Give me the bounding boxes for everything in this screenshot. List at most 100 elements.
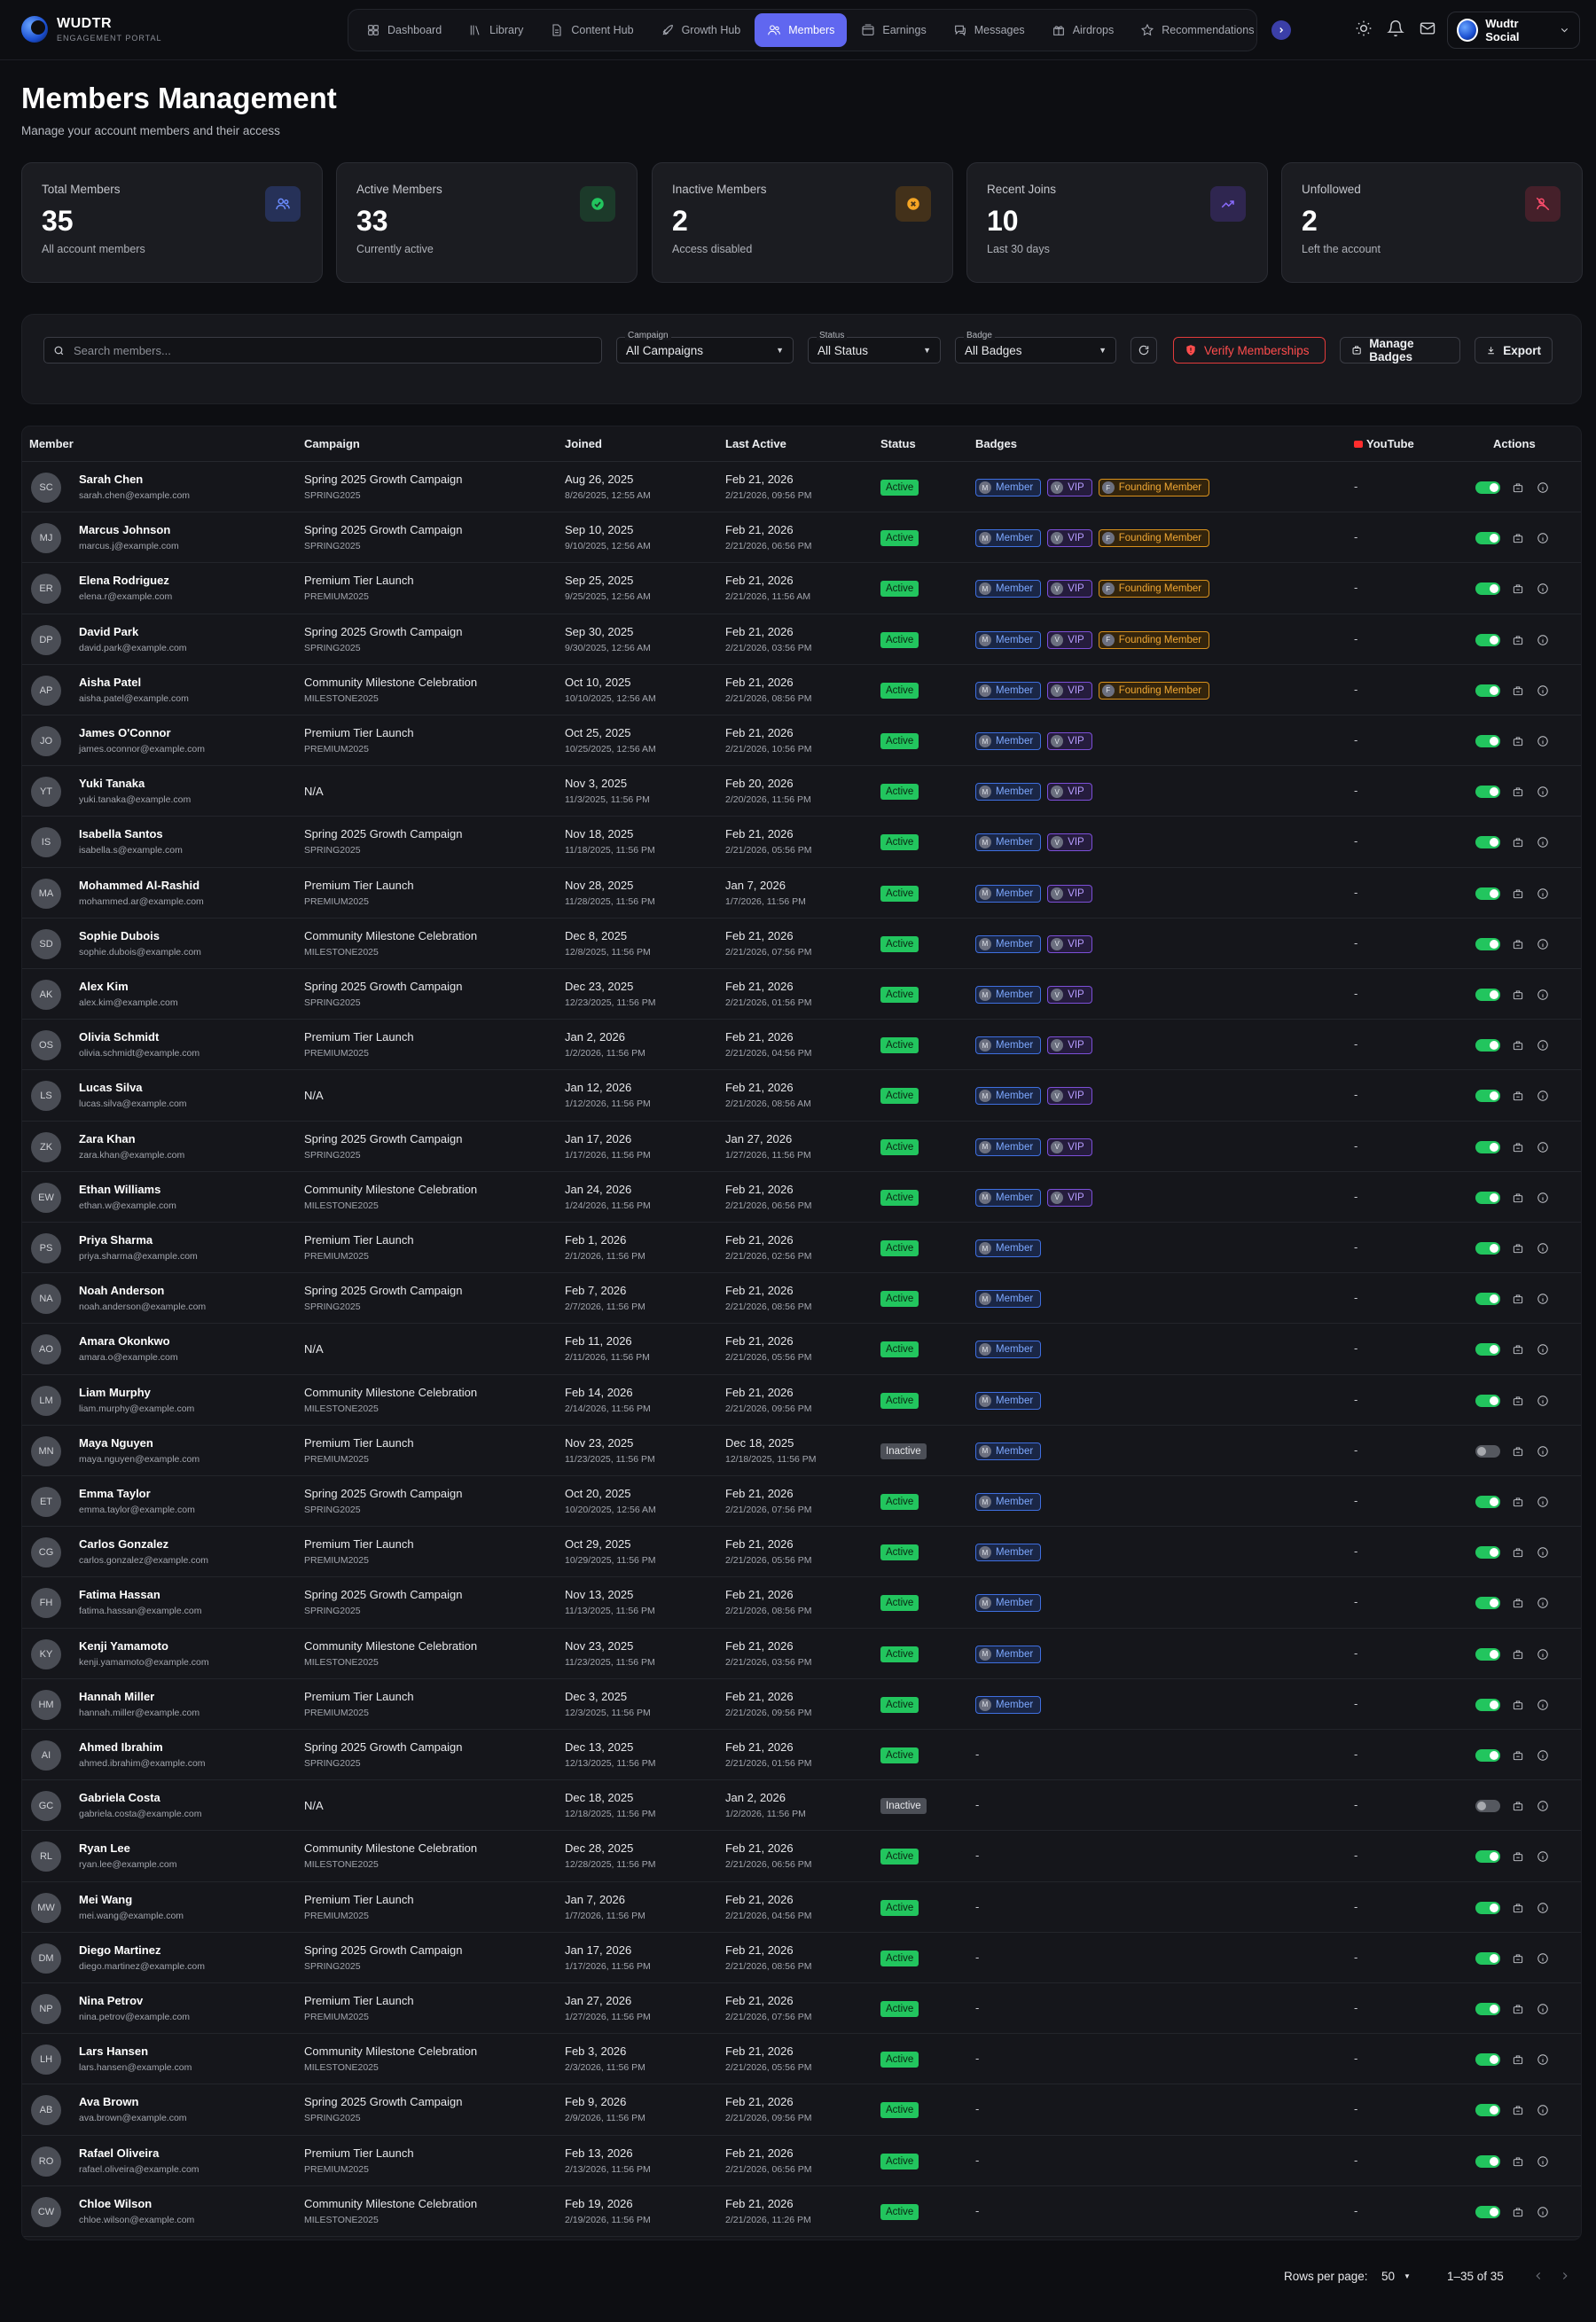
access-toggle[interactable] <box>1475 1496 1500 1508</box>
info-icon[interactable] <box>1537 2104 1549 2116</box>
info-icon[interactable] <box>1537 1141 1549 1153</box>
nav-item-airdrops[interactable]: Airdrops <box>1039 13 1127 47</box>
member-name[interactable]: David Park <box>79 625 138 638</box>
table-row[interactable]: RO Rafael Oliveira rafael.oliveira@example… <box>22 2136 1581 2186</box>
manage-badges-button[interactable]: Manage Badges <box>1340 337 1460 364</box>
account-menu-button[interactable]: Wudtr Social <box>1447 12 1580 49</box>
campaign-select[interactable]: Campaign All Campaigns ▼ <box>616 331 794 364</box>
table-row[interactable]: ET Emma Taylor emma.taylor@example.com Spri… <box>22 1476 1581 1528</box>
assign-badge-icon[interactable] <box>1512 989 1524 1001</box>
assign-badge-icon[interactable] <box>1512 2206 1524 2218</box>
assign-badge-icon[interactable] <box>1512 582 1524 595</box>
access-toggle[interactable] <box>1475 1901 1500 1914</box>
info-icon[interactable] <box>1537 1395 1549 1407</box>
member-name[interactable]: Emma Taylor <box>79 1487 151 1500</box>
member-name[interactable]: Sarah Chen <box>79 473 143 486</box>
table-row[interactable]: MA Mohammed Al-Rashid mohammed.ar@example.… <box>22 868 1581 919</box>
table-row[interactable]: DP David Park david.park@example.com Spring… <box>22 614 1581 665</box>
table-row[interactable]: AI Ahmed Ibrahim ahmed.ibrahim@example.com… <box>22 1730 1581 1781</box>
info-icon[interactable] <box>1537 989 1549 1001</box>
member-name[interactable]: Maya Nguyen <box>79 1436 153 1450</box>
assign-badge-icon[interactable] <box>1512 1546 1524 1559</box>
assign-badge-icon[interactable] <box>1512 1192 1524 1204</box>
member-name[interactable]: Ryan Lee <box>79 1841 130 1855</box>
access-toggle[interactable] <box>1475 1444 1500 1458</box>
info-icon[interactable] <box>1537 532 1549 544</box>
nav-item-recommendations[interactable]: Recommendations <box>1128 13 1266 47</box>
access-toggle[interactable] <box>1475 1039 1500 1052</box>
assign-badge-icon[interactable] <box>1512 1800 1524 1812</box>
table-row[interactable]: AP Aisha Patel aisha.patel@example.com Comm… <box>22 665 1581 715</box>
assign-badge-icon[interactable] <box>1512 1648 1524 1661</box>
access-toggle[interactable] <box>1475 633 1500 646</box>
member-name[interactable]: Diego Martinez <box>79 1943 160 1957</box>
nav-item-library[interactable]: Library <box>456 13 536 47</box>
assign-badge-icon[interactable] <box>1512 1496 1524 1508</box>
col-member[interactable]: Member <box>29 437 74 450</box>
access-toggle[interactable] <box>1475 1597 1500 1610</box>
table-row[interactable]: LH Lars Hansen lars.hansen@example.com Comm… <box>22 2034 1581 2085</box>
member-name[interactable]: James O'Connor <box>79 726 171 739</box>
access-toggle[interactable] <box>1475 2104 1500 2117</box>
assign-badge-icon[interactable] <box>1512 1090 1524 1102</box>
info-icon[interactable] <box>1537 1749 1549 1762</box>
table-row[interactable]: YT Yuki Tanaka yuki.tanaka@example.com N/A N… <box>22 766 1581 817</box>
access-toggle[interactable] <box>1475 735 1500 747</box>
assign-badge-icon[interactable] <box>1512 2053 1524 2066</box>
member-name[interactable]: Chloe Wilson <box>79 2197 152 2210</box>
assign-badge-icon[interactable] <box>1512 1395 1524 1407</box>
export-button[interactable]: Export <box>1475 337 1553 364</box>
member-name[interactable]: Mohammed Al-Rashid <box>79 879 200 892</box>
assign-badge-icon[interactable] <box>1512 2003 1524 2015</box>
access-toggle[interactable] <box>1475 836 1500 849</box>
info-icon[interactable] <box>1537 1952 1549 1965</box>
col-youtube[interactable]: YouTube <box>1354 437 1414 450</box>
assign-badge-icon[interactable] <box>1512 887 1524 900</box>
table-row[interactable]: DM Diego Martinez diego.martinez@example.c… <box>22 1933 1581 1983</box>
member-name[interactable]: Priya Sharma <box>79 1233 153 1247</box>
member-name[interactable]: Kenji Yamamoto <box>79 1639 168 1653</box>
assign-badge-icon[interactable] <box>1512 481 1524 494</box>
table-row[interactable]: KY Kenji Yamamoto kenji.yamamoto@example.c… <box>22 1629 1581 1679</box>
access-toggle[interactable] <box>1475 1647 1500 1661</box>
member-name[interactable]: Lucas Silva <box>79 1081 143 1094</box>
table-row[interactable]: GC Gabriela Costa gabriela.costa@example.c… <box>22 1780 1581 1832</box>
assign-badge-icon[interactable] <box>1512 684 1524 697</box>
member-name[interactable]: Carlos Gonzalez <box>79 1537 168 1551</box>
member-name[interactable]: Olivia Schmidt <box>79 1030 159 1044</box>
access-toggle[interactable] <box>1475 1191 1500 1204</box>
assign-badge-icon[interactable] <box>1512 786 1524 798</box>
table-row[interactable]: LM Liam Murphy liam.murphy@example.com Comm… <box>22 1375 1581 1426</box>
access-toggle[interactable] <box>1475 532 1500 545</box>
table-row[interactable]: MN Maya Nguyen maya.nguyen@example.com Prem… <box>22 1426 1581 1476</box>
assign-badge-icon[interactable] <box>1512 735 1524 747</box>
member-name[interactable]: Amara Okonkwo <box>79 1334 170 1348</box>
access-toggle[interactable] <box>1475 887 1500 900</box>
member-name[interactable]: Ava Brown <box>79 2095 138 2108</box>
access-toggle[interactable] <box>1475 1800 1500 1813</box>
col-status[interactable]: Status <box>880 437 916 450</box>
nav-item-growth-hub[interactable]: Growth Hub <box>648 13 754 47</box>
member-name[interactable]: Lars Hansen <box>79 2044 148 2058</box>
col-joined[interactable]: Joined <box>565 437 602 450</box>
notifications-bell-icon[interactable] <box>1387 20 1406 39</box>
access-toggle[interactable] <box>1475 1951 1500 1965</box>
assign-badge-icon[interactable] <box>1512 1597 1524 1609</box>
access-toggle[interactable] <box>1475 1546 1500 1560</box>
assign-badge-icon[interactable] <box>1512 938 1524 950</box>
member-name[interactable]: Alex Kim <box>79 980 129 993</box>
info-icon[interactable] <box>1537 1648 1549 1661</box>
member-name[interactable]: Sophie Dubois <box>79 929 160 942</box>
assign-badge-icon[interactable] <box>1512 1850 1524 1863</box>
table-row[interactable]: AO Amara Okonkwo amara.o@example.com N/A Feb… <box>22 1324 1581 1375</box>
search-box[interactable] <box>43 337 602 364</box>
table-row[interactable]: RL Ryan Lee ryan.lee@example.com Community … <box>22 1831 1581 1882</box>
nav-item-members[interactable]: Members <box>755 13 848 47</box>
assign-badge-icon[interactable] <box>1512 1699 1524 1711</box>
info-icon[interactable] <box>1537 2053 1549 2066</box>
member-name[interactable]: Zara Khan <box>79 1132 136 1145</box>
table-row[interactable]: FH Fatima Hassan fatima.hassan@example.com… <box>22 1577 1581 1629</box>
prev-page-button[interactable] <box>1532 2270 1545 2282</box>
info-icon[interactable] <box>1537 1546 1549 1559</box>
info-icon[interactable] <box>1537 582 1549 595</box>
